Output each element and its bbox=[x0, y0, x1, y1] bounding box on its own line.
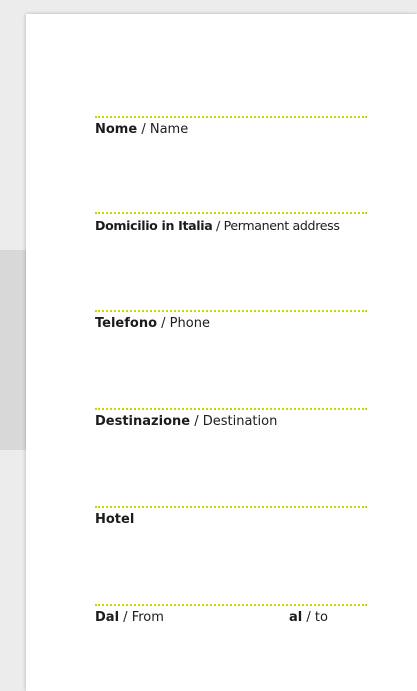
phone-dotted-line[interactable] bbox=[95, 310, 367, 312]
to-label-sep: / bbox=[302, 610, 315, 625]
dates-dotted-line[interactable] bbox=[95, 604, 367, 606]
field-dates[interactable]: Dal / From al / to bbox=[95, 604, 367, 626]
name-label-sep: / bbox=[137, 122, 150, 137]
hotel-label-it: Hotel bbox=[95, 512, 135, 527]
field-hotel[interactable]: Hotel bbox=[95, 506, 367, 528]
address-label-it: Domicilio in Italia bbox=[95, 218, 213, 233]
destination-dotted-line[interactable] bbox=[95, 408, 367, 410]
name-label-it: Nome bbox=[95, 122, 138, 137]
from-label-en: From bbox=[131, 610, 164, 625]
to-label: al / to bbox=[289, 610, 328, 626]
destination-label-sep: / bbox=[190, 414, 203, 429]
page: Nome / Name Domicilio in Italia / Perman… bbox=[0, 0, 417, 691]
to-label-it: al bbox=[289, 610, 303, 625]
destination-label-it: Destinazione bbox=[95, 414, 191, 429]
address-label-sep: / bbox=[212, 218, 224, 233]
name-label-en: Name bbox=[149, 122, 189, 137]
address-label-en: Permanent address bbox=[223, 218, 340, 233]
field-address[interactable]: Domicilio in Italia / Permanent address bbox=[95, 212, 367, 234]
address-dotted-line[interactable] bbox=[95, 212, 367, 214]
field-name[interactable]: Nome / Name bbox=[95, 116, 367, 138]
side-grey-band bbox=[0, 250, 26, 450]
phone-label-it: Telefono bbox=[95, 316, 158, 331]
hotel-dotted-line[interactable] bbox=[95, 506, 367, 508]
hotel-label: Hotel bbox=[95, 512, 367, 528]
to-label-en: to bbox=[314, 610, 328, 625]
dates-label: Dal / From al / to bbox=[95, 610, 367, 626]
name-dotted-line[interactable] bbox=[95, 116, 367, 118]
destination-label: Destinazione / Destination bbox=[95, 414, 367, 430]
phone-label-en: Phone bbox=[169, 316, 210, 331]
address-label: Domicilio in Italia / Permanent address bbox=[95, 218, 367, 234]
field-phone[interactable]: Telefono / Phone bbox=[95, 310, 367, 332]
phone-label-sep: / bbox=[157, 316, 170, 331]
phone-label: Telefono / Phone bbox=[95, 316, 367, 332]
from-label-sep: / bbox=[119, 610, 132, 625]
field-destination[interactable]: Destinazione / Destination bbox=[95, 408, 367, 430]
name-label: Nome / Name bbox=[95, 122, 367, 138]
destination-label-en: Destination bbox=[202, 414, 278, 429]
from-label-it: Dal bbox=[95, 610, 120, 625]
